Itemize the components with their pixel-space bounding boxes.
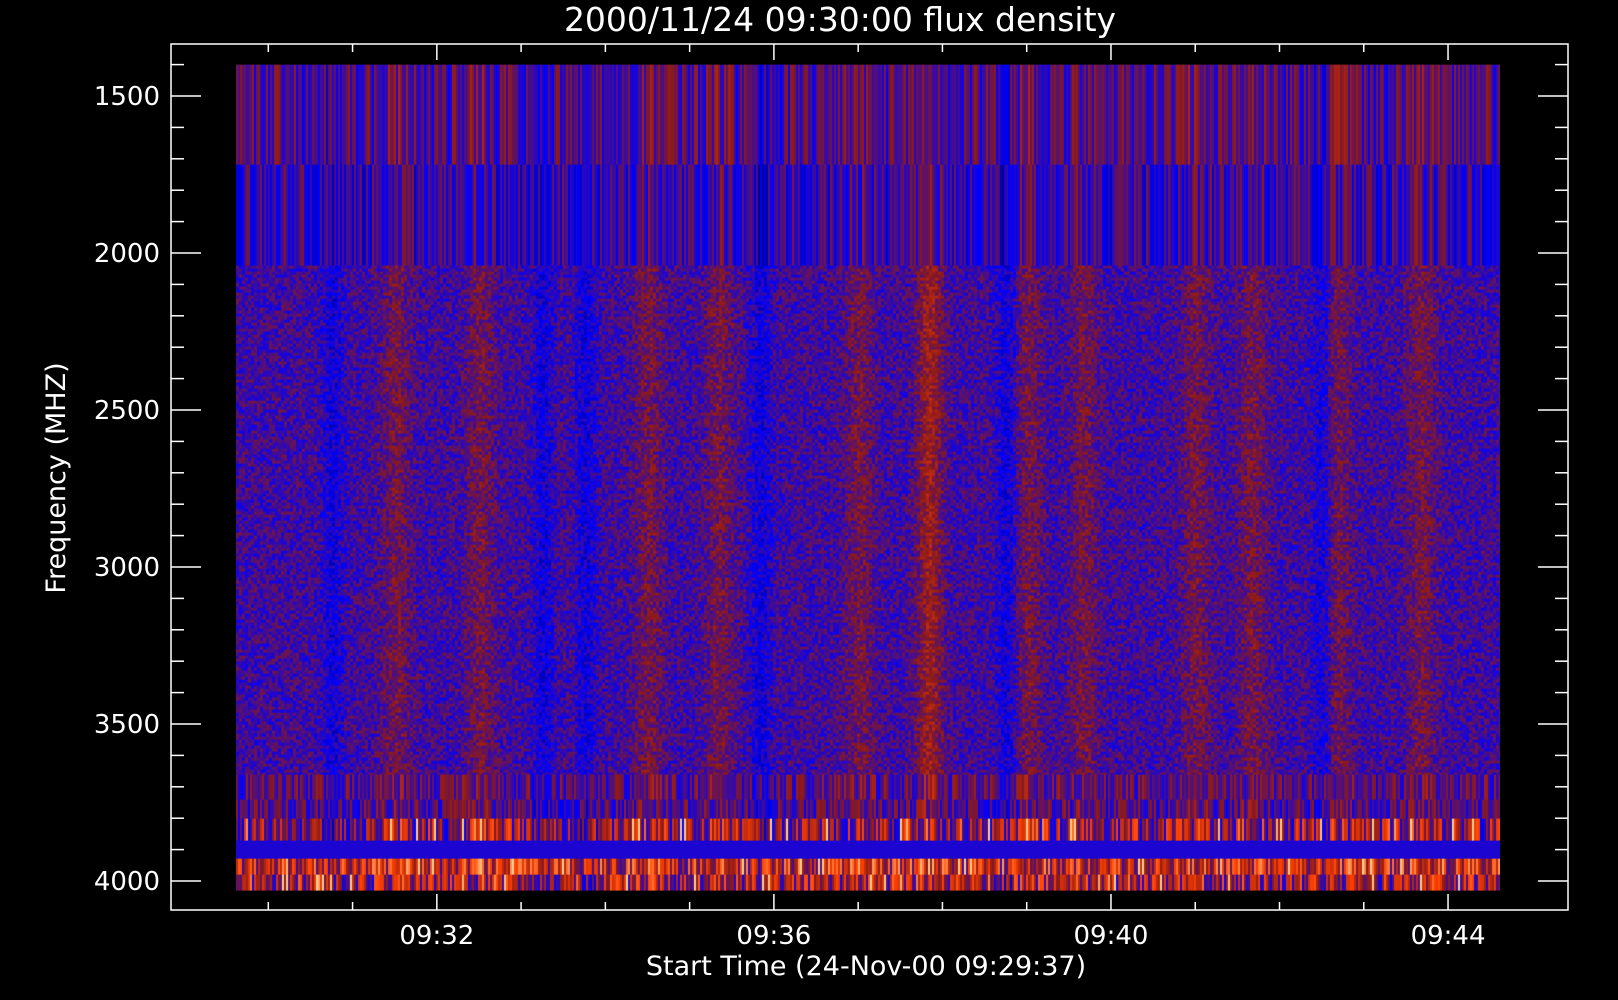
x-tick-label: 09:44 <box>1411 921 1486 951</box>
spectrogram-image <box>236 64 1500 891</box>
x-tick-label: 09:36 <box>736 921 811 951</box>
spectrogram-chart: 2000/11/24 09:30:00 flux density 09:32 09… <box>0 0 1618 1000</box>
x-tick-label: 09:32 <box>399 921 474 951</box>
y-tick-label: 2500 <box>94 396 160 426</box>
y-tick-label: 2000 <box>94 239 160 269</box>
y-tick-label: 4000 <box>94 867 160 897</box>
y-tick-label: 3500 <box>94 710 160 740</box>
heatmap-area <box>236 64 1500 891</box>
y-tick-label: 3000 <box>94 553 160 583</box>
y-axis-label: Frequency (MHZ) <box>41 362 72 593</box>
y-tick-label: 1500 <box>94 82 160 112</box>
x-axis-label: Start Time (24-Nov-00 09:29:37) <box>646 951 1086 982</box>
chart-title: 2000/11/24 09:30:00 flux density <box>564 0 1116 39</box>
x-tick-label: 09:40 <box>1074 921 1149 951</box>
